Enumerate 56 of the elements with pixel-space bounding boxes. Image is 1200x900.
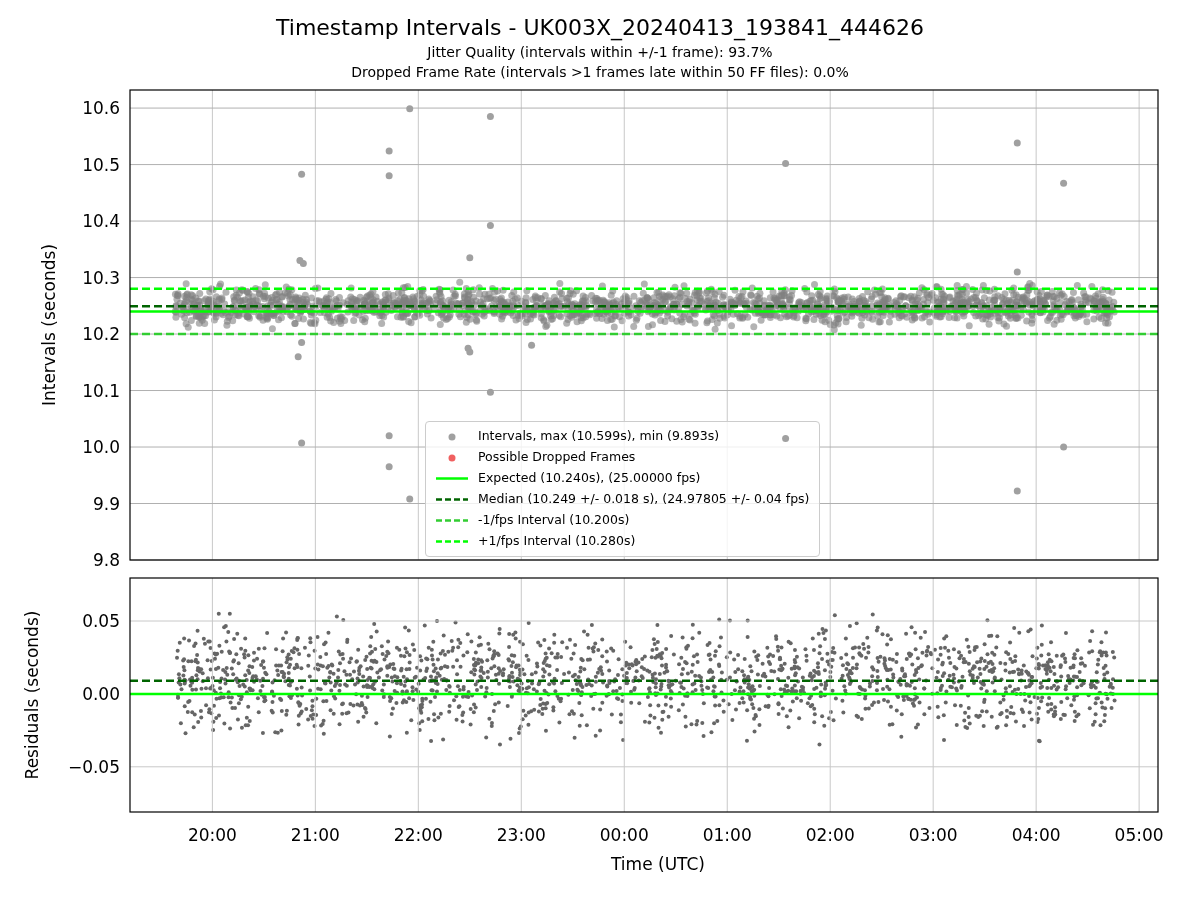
y-tick-label: 10.5: [82, 154, 120, 175]
data-point: [406, 495, 414, 503]
data-point: [298, 439, 306, 447]
y-tick-label: 10.1: [82, 380, 120, 401]
y-axis-label: Intervals (seconds): [39, 243, 59, 407]
data-point: [385, 147, 393, 155]
data-point: [782, 435, 790, 443]
y-axis-label: Residuals (seconds): [22, 610, 42, 780]
x-tick-label: 00:00: [599, 825, 649, 845]
data-point: [1013, 487, 1021, 495]
y-tick-label: 0.05: [82, 611, 120, 631]
data-point: [294, 353, 302, 361]
data-point: [486, 113, 494, 121]
data-point: [385, 172, 393, 180]
x-tick-label: 20:00: [187, 825, 237, 845]
legend-label: +1/fps Interval (10.280s): [478, 532, 636, 551]
y-tick-label: 10.6: [82, 98, 120, 119]
y-tick-label: 10.2: [82, 324, 120, 345]
x-tick-label: 23:00: [496, 825, 546, 845]
data-point: [486, 388, 494, 396]
x-tick-label: 05:00: [1114, 825, 1164, 845]
figure-title: Timestamp Intervals - UK003X_20240413_193841_444626: [276, 14, 924, 42]
data-point: [298, 339, 306, 346]
y-tick-label: 9.8: [92, 550, 120, 570]
y-tick-label: 9.9: [92, 493, 120, 514]
x-tick-label: 04:00: [1011, 825, 1061, 845]
figure-subtitle: Dropped Frame Rate (intervals >1 frames late within 50 FF files): 0.0%: [351, 63, 849, 82]
x-tick-label: 21:00: [290, 825, 340, 845]
data-point: [1060, 443, 1068, 451]
legend-label: -1/fps Interval (10.200s): [478, 511, 630, 530]
data-point: [385, 463, 393, 471]
data-point: [486, 222, 494, 230]
legend-label: Intervals, max (10.599s), min (9.893s): [478, 427, 720, 446]
y-tick-label: 10.0: [82, 437, 120, 457]
y-tick-label: 10.3: [82, 267, 120, 288]
x-tick-label: 22:00: [393, 825, 443, 845]
legend-label: Expected (10.240s), (25.00000 fps): [478, 469, 701, 488]
figure-subtitle: Jitter Quality (intervals within +/-1 frame): 93.7%: [427, 43, 773, 62]
x-axis-label: Time (UTC): [611, 854, 705, 874]
data-point: [466, 254, 474, 262]
legend-label: Median (10.249 +/- 0.018 s), (24.97805 +/- 0.04 fps): [478, 490, 810, 509]
x-tick-label: 02:00: [805, 825, 855, 845]
data-point: [1013, 268, 1021, 276]
legend-label: Possible Dropped Frames: [478, 448, 636, 467]
data-point: [782, 159, 790, 167]
data-point: [1013, 139, 1021, 147]
data-point: [406, 105, 414, 113]
x-tick-label: 01:00: [702, 825, 752, 845]
y-tick-label: −0.05: [67, 756, 120, 777]
data-point: [1060, 179, 1068, 187]
x-tick-label: 03:00: [908, 825, 958, 845]
y-tick-label: 0.00: [82, 683, 120, 704]
data-point: [385, 432, 393, 440]
y-tick-label: 10.4: [82, 211, 120, 232]
data-point: [298, 170, 306, 178]
data-point: [528, 341, 536, 349]
